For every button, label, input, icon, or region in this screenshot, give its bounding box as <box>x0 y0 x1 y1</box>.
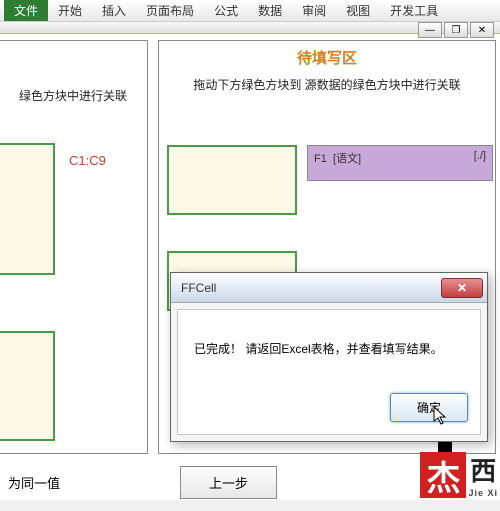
close-icon: ✕ <box>457 281 467 295</box>
dialog-body: 已完成！ 请返回Excel表格，并查看填写结果。 确定 <box>177 309 481 435</box>
watermark: 杰 西 Jie Xi <box>420 451 498 498</box>
watermark-logo: 杰 <box>420 452 466 498</box>
ribbon-tab-review[interactable]: 审阅 <box>292 0 336 21</box>
watermark-text: 西 Jie Xi <box>468 451 498 498</box>
watermark-char2: 西 <box>470 451 496 488</box>
drag-source-box-1[interactable] <box>0 143 55 275</box>
dialog-title: FFCell <box>181 281 216 295</box>
close-button[interactable]: ✕ <box>470 22 494 38</box>
ribbon-tab-file[interactable]: 文件 <box>4 0 48 21</box>
dialog-close-button[interactable]: ✕ <box>441 278 483 298</box>
ribbon-tab-data[interactable]: 数据 <box>248 0 292 21</box>
cell-ref-label: C1:C9 <box>69 153 106 168</box>
window-controls: ― ❐ ✕ <box>418 22 494 38</box>
ok-button[interactable]: 确定 <box>390 393 468 422</box>
prev-step-button[interactable]: 上一步 <box>180 466 277 499</box>
ribbon-tab-dev[interactable]: 开发工具 <box>380 0 448 21</box>
left-panel-subtitle: 绿色方块中进行关联 <box>0 41 147 112</box>
ribbon-tab-formula[interactable]: 公式 <box>204 0 248 21</box>
completion-dialog: FFCell ✕ 已完成！ 请返回Excel表格，并查看填写结果。 确定 <box>170 272 488 442</box>
drop-target-box-1[interactable] <box>167 145 297 215</box>
ribbon-tabs: 文件 开始 插入 页面布局 公式 数据 审阅 视图 开发工具 <box>0 0 500 22</box>
field-code: F1 [语文] <box>314 150 361 176</box>
same-value-label: 为同一值 <box>8 473 60 492</box>
ribbon-tab-insert[interactable]: 插入 <box>92 0 136 21</box>
drag-source-box-2[interactable] <box>0 331 55 441</box>
right-panel-title: 待填写区 <box>159 41 495 74</box>
ribbon-tab-view[interactable]: 视图 <box>336 0 380 21</box>
ribbon-tab-home[interactable]: 开始 <box>48 0 92 21</box>
dialog-message: 已完成！ 请返回Excel表格，并查看填写结果。 <box>178 310 480 385</box>
field-mark: [./] <box>474 150 486 176</box>
watermark-pinyin: Jie Xi <box>468 488 498 498</box>
ribbon-tab-layout[interactable]: 页面布局 <box>136 0 204 21</box>
dialog-titlebar[interactable]: FFCell ✕ <box>171 273 487 303</box>
minimize-button[interactable]: ― <box>418 22 442 38</box>
left-panel: 绿色方块中进行关联 C1:C9 <box>0 40 148 454</box>
right-panel-subtitle: 拖动下方绿色方块到 源数据的绿色方块中进行关联 <box>159 74 495 101</box>
field-item[interactable]: F1 [语文] [./] <box>307 145 493 181</box>
restore-button[interactable]: ❐ <box>444 22 468 38</box>
